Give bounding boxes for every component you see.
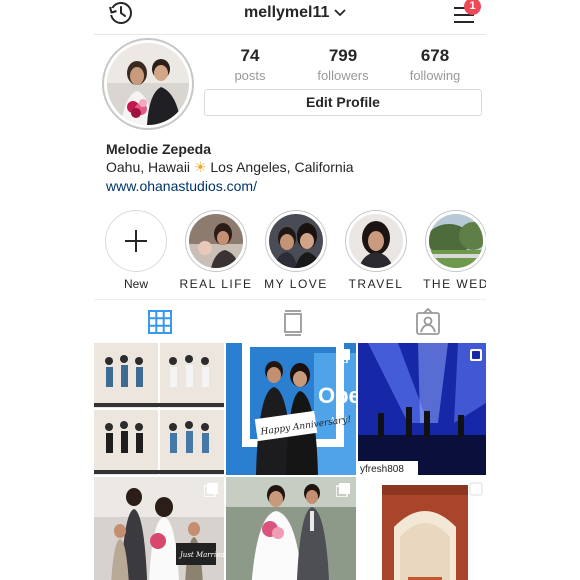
followers-count[interactable]: 799 followers xyxy=(298,46,388,83)
post-thumbnail[interactable] xyxy=(226,477,356,580)
post-grid: Open AHU Happy Anniversary! xyxy=(94,343,486,580)
location-right: Los Angeles, California xyxy=(210,159,354,175)
highlight-thumbnail xyxy=(349,214,403,268)
posts-number: 74 xyxy=(240,46,260,65)
post-thumbnail[interactable]: yfresh808 xyxy=(358,343,486,475)
multi-post-icon xyxy=(204,483,218,497)
profile-bio: Melodie Zepeda Oahu, Hawaii ☀ Los Angele… xyxy=(106,140,476,196)
highlight-the-wed[interactable]: THE WED xyxy=(416,210,486,291)
highlight-label: MY LOVE xyxy=(264,277,328,291)
bio-location: Oahu, Hawaii ☀ Los Angeles, California xyxy=(106,158,476,177)
post-image xyxy=(358,477,486,580)
highlight-thumbnail xyxy=(189,214,243,268)
profile-username[interactable]: mellymel11 xyxy=(244,4,329,22)
post-thumbnail[interactable] xyxy=(358,477,486,580)
top-bar: mellymel11 1 xyxy=(94,0,486,34)
plus-icon xyxy=(125,230,147,252)
location-left: Oahu, Hawaii xyxy=(106,159,191,175)
highlight-label: TRAVEL xyxy=(348,277,404,291)
posts-label: posts xyxy=(234,68,266,83)
story-highlights: New REAL LIFE MY LOVE TRAVEL THE WED xyxy=(94,210,486,294)
highlight-new[interactable]: New xyxy=(96,210,176,291)
following-number: 678 xyxy=(420,46,450,65)
highlight-thumbnail xyxy=(269,214,323,268)
post-thumbnail[interactable] xyxy=(94,343,224,475)
profile-avatar[interactable] xyxy=(102,38,194,130)
post-thumbnail[interactable]: Just Married xyxy=(94,477,224,580)
tagged-icon[interactable] xyxy=(414,308,442,336)
highlight-thumbnail xyxy=(429,214,483,268)
highlight-label: REAL LIFE xyxy=(179,277,253,291)
website-link[interactable]: www.ohanastudios.com/ xyxy=(106,177,476,196)
post-image: yfresh808 xyxy=(358,343,486,475)
post-thumbnail[interactable]: Open AHU Happy Anniversary! xyxy=(226,343,356,475)
sun-emoji: ☀ xyxy=(193,159,207,175)
following-label: following xyxy=(409,68,461,83)
view-tabs xyxy=(94,300,486,342)
highlight-my-love[interactable]: MY LOVE xyxy=(256,210,336,291)
chevron-down-icon[interactable] xyxy=(334,7,346,17)
highlight-label: New xyxy=(123,277,148,291)
instagram-profile: mellymel11 1 74 posts 799 followers 678 … xyxy=(94,0,486,580)
history-icon[interactable] xyxy=(108,0,134,26)
highlight-travel[interactable]: TRAVEL xyxy=(336,210,416,291)
grid-icon[interactable] xyxy=(146,308,174,336)
notification-badge: 1 xyxy=(464,0,481,15)
followers-label: followers xyxy=(317,68,369,83)
posts-count[interactable]: 74 posts xyxy=(205,46,295,83)
full-name: Melodie Zepeda xyxy=(106,141,212,157)
followers-number: 799 xyxy=(328,46,358,65)
highlight-real-life[interactable]: REAL LIFE xyxy=(176,210,256,291)
divider xyxy=(94,34,486,35)
post-caption: yfresh808 xyxy=(360,464,404,475)
avatar-photo xyxy=(107,43,189,125)
post-image xyxy=(94,343,224,475)
multi-post-icon xyxy=(336,483,350,497)
feed-icon[interactable] xyxy=(279,308,307,336)
highlight-label: THE WED xyxy=(423,277,486,291)
multi-post-icon xyxy=(336,349,350,363)
edit-profile-button[interactable]: Edit Profile xyxy=(204,89,482,116)
following-count[interactable]: 678 following xyxy=(390,46,480,83)
sign-text: Just Married xyxy=(178,551,224,559)
